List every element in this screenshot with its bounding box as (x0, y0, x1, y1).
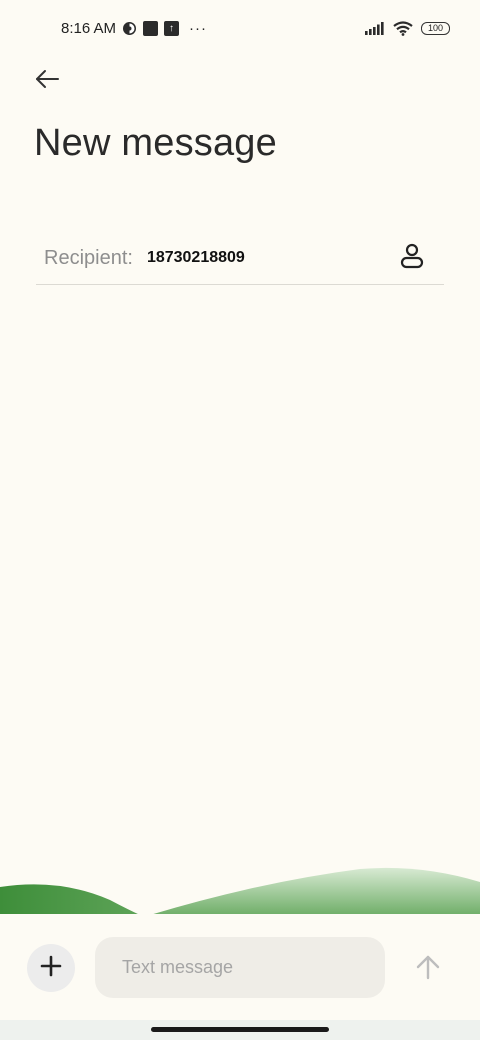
status-left: 8:16 AM ↑ ··· (61, 20, 207, 37)
arrow-left-icon (34, 69, 60, 94)
data-saver-icon (122, 21, 137, 36)
notification-square-icon (143, 20, 159, 36)
page-title: New message (34, 122, 277, 164)
wifi-icon (393, 20, 413, 36)
more-notifications-icon: ··· (189, 19, 208, 37)
home-indicator[interactable] (151, 1027, 329, 1032)
recipient-label: Recipient: (44, 246, 133, 269)
upload-icon: ↑ (164, 20, 180, 36)
status-right: 100 (365, 20, 450, 36)
add-attachment-button[interactable] (27, 944, 75, 992)
battery-icon: 100 (421, 21, 450, 35)
send-button[interactable] (411, 952, 445, 986)
gesture-nav-area (0, 1020, 480, 1040)
signal-icon (365, 21, 385, 35)
plus-icon (40, 955, 62, 982)
message-input[interactable] (95, 937, 385, 998)
status-bar: 8:16 AM ↑ ··· 100 (0, 0, 480, 56)
recipient-value[interactable]: 18730218809 (147, 249, 245, 267)
person-icon (399, 242, 425, 275)
back-button[interactable] (30, 64, 64, 98)
recipient-field[interactable]: Recipient: 18730218809 (36, 232, 444, 285)
status-time: 8:16 AM (61, 19, 117, 37)
arrow-up-icon (415, 954, 441, 985)
decorative-hills (0, 860, 480, 915)
composer-bar (0, 914, 480, 1020)
select-contact-button[interactable] (394, 240, 430, 276)
